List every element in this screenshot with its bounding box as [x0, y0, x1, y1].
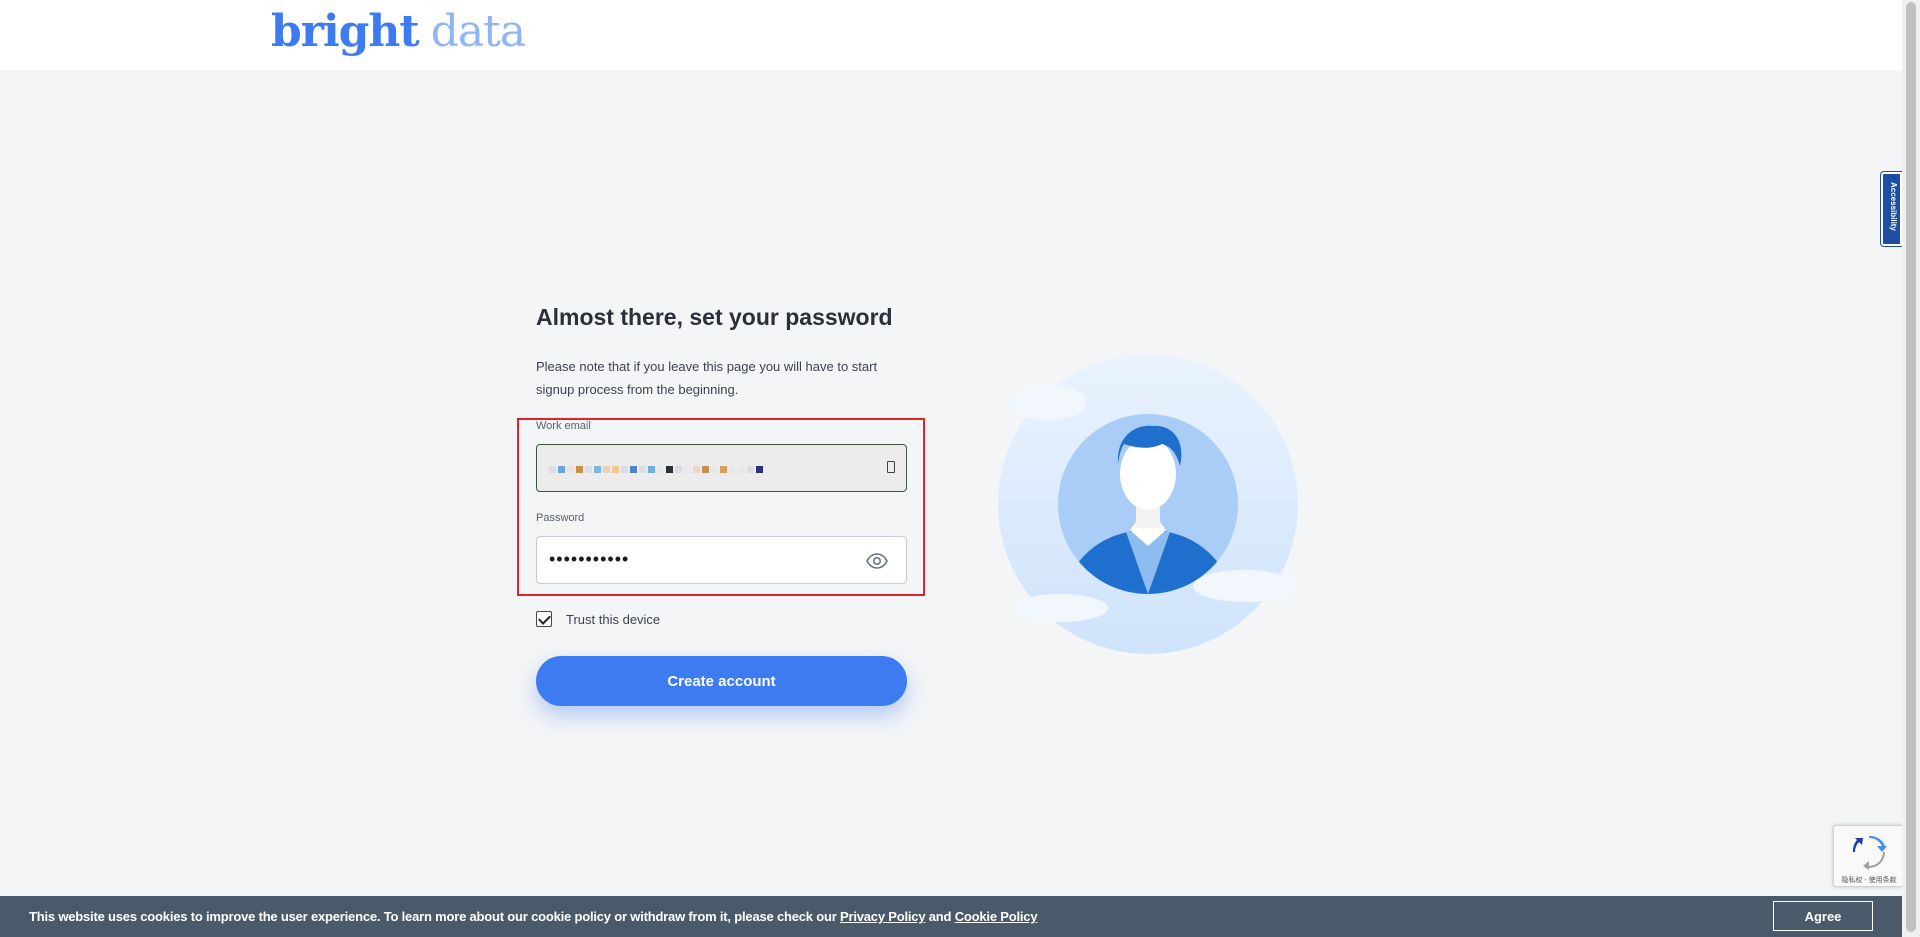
recaptcha-links[interactable]: 隐私权 - 使用条款	[1834, 875, 1904, 885]
trust-device-row[interactable]: Trust this device	[536, 611, 660, 627]
email-field[interactable]	[536, 444, 907, 492]
password-field[interactable]: •••••••••••	[536, 536, 907, 584]
create-account-button[interactable]: Create account	[536, 656, 907, 706]
scrollbar-thumb[interactable]	[1906, 2, 1916, 932]
bright-data-logo[interactable]: bright data	[271, 6, 526, 62]
email-obscured-value	[549, 466, 763, 473]
device-icon	[887, 461, 895, 473]
signup-note: Please note that if you leave this page …	[536, 359, 878, 397]
email-label: Work email	[536, 420, 591, 432]
cookie-text: This website uses cookies to improve the…	[29, 909, 837, 924]
cookie-policy-link[interactable]: Cookie Policy	[955, 909, 1038, 924]
logo-bright: bright	[271, 6, 420, 57]
page-title: Almost there, set your password	[536, 304, 893, 330]
logo-data: data	[430, 6, 526, 57]
trust-device-checkbox[interactable]	[536, 611, 552, 627]
privacy-policy-link[interactable]: Privacy Policy	[840, 909, 926, 924]
agree-button[interactable]: Agree	[1773, 901, 1873, 931]
accessibility-label: Accessibility	[1889, 182, 1898, 231]
eye-icon[interactable]	[865, 549, 889, 573]
trust-device-label: Trust this device	[566, 611, 661, 627]
scrollbar[interactable]	[1902, 0, 1920, 937]
cookie-banner: This website uses cookies to improve the…	[0, 896, 1902, 937]
cookie-message: This website uses cookies to improve the…	[29, 909, 1038, 924]
cookie-and: and	[928, 909, 952, 924]
accessibility-tab[interactable]: Accessibility	[1881, 172, 1902, 246]
password-value: •••••••••••	[549, 549, 630, 569]
recaptcha-icon	[1852, 835, 1887, 870]
header: bright data	[0, 0, 1902, 70]
user-avatar-illustration	[998, 354, 1298, 654]
password-label: Password	[536, 512, 585, 524]
recaptcha-badge[interactable]: 隐私权 - 使用条款	[1833, 825, 1903, 887]
